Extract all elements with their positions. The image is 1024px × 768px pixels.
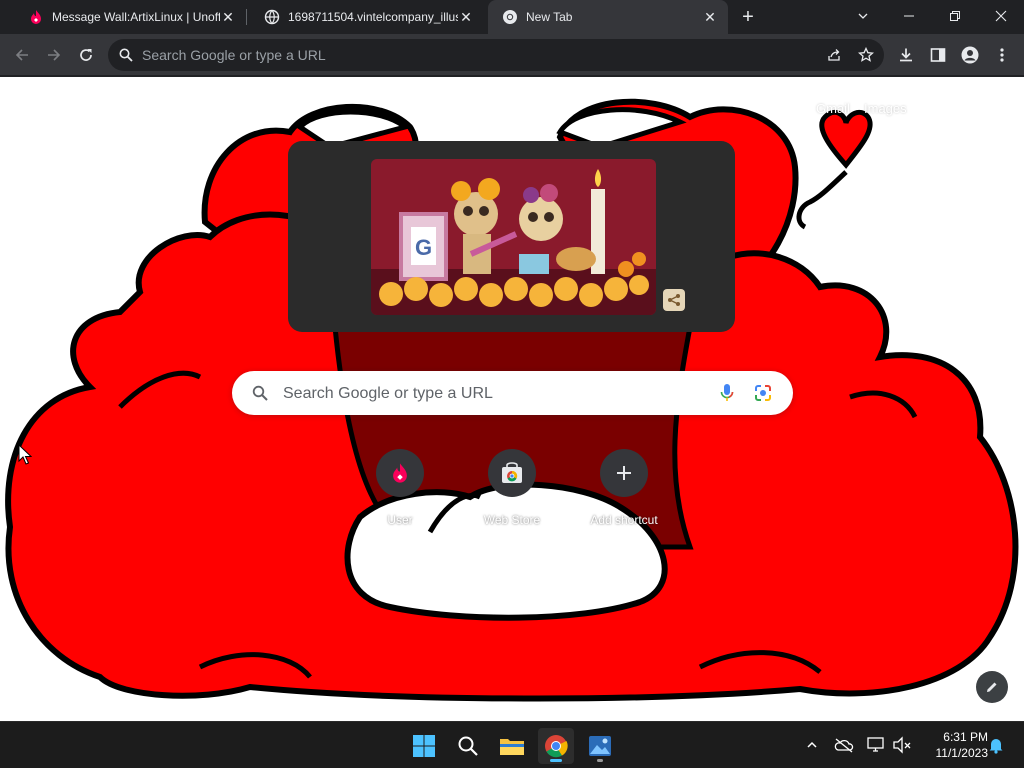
volume-muted-icon[interactable] xyxy=(892,735,912,755)
shortcut-tile[interactable]: User xyxy=(344,449,456,539)
google-doodle-image[interactable]: G xyxy=(371,159,656,315)
omnibox-placeholder: Search Google or type a URL xyxy=(142,47,326,63)
shortcut-tile[interactable]: Web Store xyxy=(456,449,568,539)
reload-icon[interactable] xyxy=(72,41,100,69)
ntp-search-placeholder: Search Google or type a URL xyxy=(283,385,493,402)
voice-search-mic-icon[interactable] xyxy=(717,383,737,403)
bookmark-star-icon[interactable] xyxy=(858,47,874,63)
running-app-indicator xyxy=(597,759,603,762)
tab-illustration[interactable]: 1698711504.vintelcompany_illust ✕ xyxy=(250,0,484,34)
show-hidden-icons-chevron-icon[interactable] xyxy=(802,735,822,755)
ntp-search-box[interactable]: Search Google or type a URL xyxy=(232,371,793,415)
shortcut-label: Web Store xyxy=(483,513,541,527)
minimize-icon[interactable] xyxy=(886,0,932,32)
add-shortcut-tile[interactable]: Add shortcut xyxy=(568,449,680,539)
fandom-flame-icon xyxy=(393,463,407,483)
globe-icon xyxy=(264,9,280,25)
share-page-icon[interactable] xyxy=(826,47,842,63)
labs-flask-icon[interactable] xyxy=(930,97,952,119)
shortcut-icon-circle xyxy=(376,449,424,497)
shortcut-icon-circle xyxy=(488,449,536,497)
images-link[interactable]: Images xyxy=(864,101,907,116)
customize-chrome-pencil-icon[interactable] xyxy=(976,671,1008,703)
tab-strip: Message Wall:ArtixLinux | Unoffic ✕ 1698… xyxy=(0,0,1024,34)
tab-new-tab[interactable]: New Tab ✕ xyxy=(488,0,728,34)
tab-search-chevron-icon[interactable] xyxy=(840,0,886,32)
close-window-icon[interactable] xyxy=(978,0,1024,32)
tab-separator xyxy=(246,9,247,25)
tab-title: New Tab xyxy=(526,10,573,24)
clock-time: 6:31 PM xyxy=(943,730,988,744)
svg-text:G: G xyxy=(415,235,432,260)
new-tab-plus-icon[interactable]: + xyxy=(736,5,760,29)
tab-message-wall[interactable]: Message Wall:ArtixLinux | Unoffic ✕ xyxy=(14,0,246,34)
search-icon xyxy=(118,47,134,63)
lens-search-icon[interactable] xyxy=(753,383,773,403)
profile-avatar-icon[interactable] xyxy=(956,41,984,69)
apps-grid-icon[interactable] xyxy=(980,99,1000,119)
kebab-menu-icon[interactable] xyxy=(988,41,1016,69)
taskbar-clock[interactable]: 6:31 PM 11/1/2023 xyxy=(918,729,989,761)
tab-title: 1698711504.vintelcompany_illust xyxy=(288,10,458,24)
mouse-cursor-icon xyxy=(18,444,32,465)
close-tab-icon[interactable]: ✕ xyxy=(458,9,474,25)
browser-toolbar: Search Google or type a URL xyxy=(0,34,1024,76)
chrome-icon xyxy=(503,10,517,24)
plus-icon xyxy=(617,466,631,480)
forward-arrow-icon[interactable] xyxy=(40,41,68,69)
back-arrow-icon[interactable] xyxy=(8,41,36,69)
chrome-taskbar-icon[interactable] xyxy=(538,728,574,764)
photos-app-icon[interactable] xyxy=(582,728,618,764)
notification-bell-icon[interactable] xyxy=(986,735,1006,755)
clock-date: 11/1/2023 xyxy=(935,746,989,760)
windows-start-icon[interactable] xyxy=(406,728,442,764)
tab-title: Message Wall:ArtixLinux | Unoffic xyxy=(52,10,220,24)
network-ethernet-icon[interactable] xyxy=(866,735,886,755)
side-panel-icon[interactable] xyxy=(924,41,952,69)
doodle-share-icon[interactable] xyxy=(663,289,685,311)
gmail-link[interactable]: Gmail xyxy=(816,101,850,116)
omnibox[interactable]: Search Google or type a URL xyxy=(108,39,884,71)
file-explorer-icon[interactable] xyxy=(494,728,530,764)
windows-taskbar: 6:31 PM 11/1/2023 xyxy=(0,721,1024,768)
shortcut-icon-circle xyxy=(600,449,648,497)
web-store-icon xyxy=(502,462,522,483)
search-icon xyxy=(250,383,270,403)
onedrive-offline-icon[interactable] xyxy=(834,735,854,755)
google-doodle-container: G xyxy=(288,141,735,332)
shortcut-label: User xyxy=(387,513,413,527)
shortcut-label: Add shortcut xyxy=(590,513,658,527)
close-tab-icon[interactable]: ✕ xyxy=(702,9,718,25)
fandom-flame-icon xyxy=(31,10,41,24)
restore-icon[interactable] xyxy=(932,0,978,32)
downloads-icon[interactable] xyxy=(892,41,920,69)
new-tab-page: Gmail Images G Search Google or type a U… xyxy=(0,77,1024,721)
active-app-indicator xyxy=(550,759,562,762)
close-tab-icon[interactable]: ✕ xyxy=(220,9,236,25)
taskbar-search-icon[interactable] xyxy=(450,728,486,764)
